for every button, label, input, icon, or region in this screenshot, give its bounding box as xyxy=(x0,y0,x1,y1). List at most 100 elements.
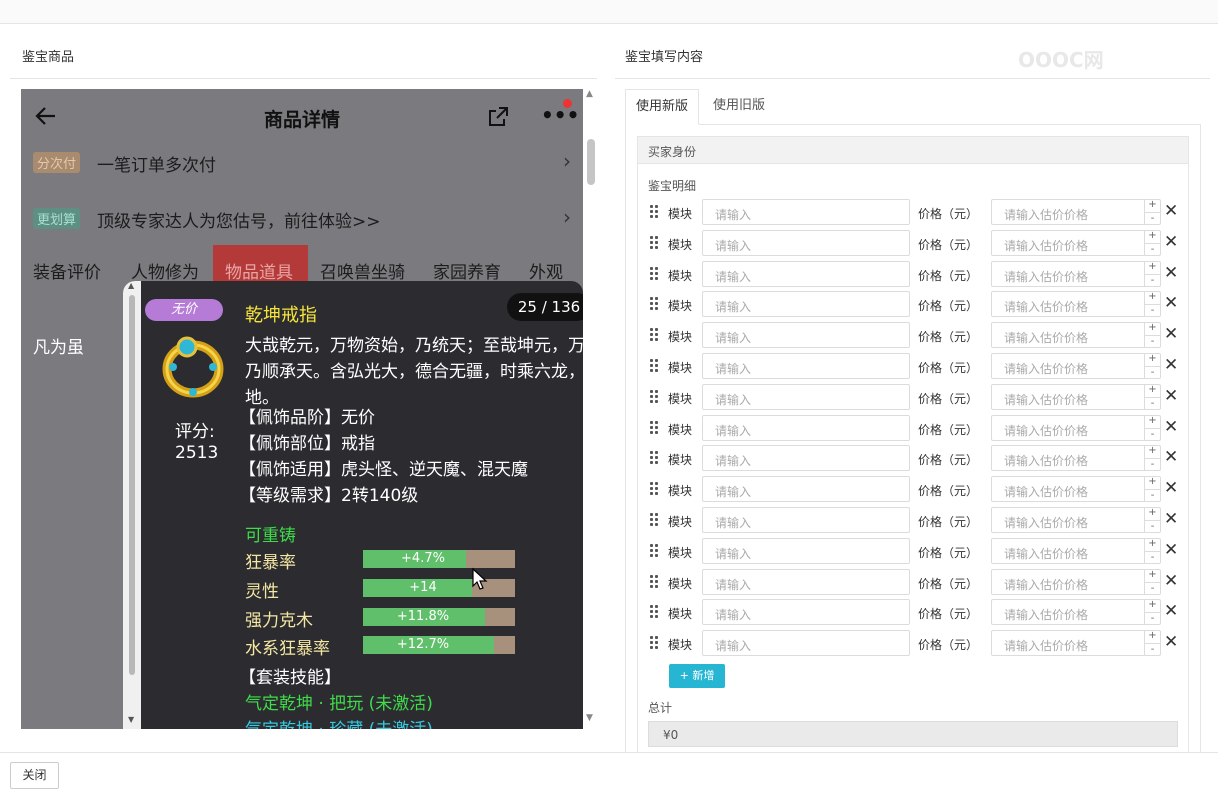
module-input[interactable]: 请输入 xyxy=(702,291,910,318)
remove-row-icon[interactable]: ✕ xyxy=(1164,293,1178,313)
decrement-icon[interactable]: - xyxy=(1145,366,1160,379)
price-input[interactable]: 请输入估价价格 xyxy=(991,568,1161,595)
remove-row-icon[interactable]: ✕ xyxy=(1164,263,1178,283)
price-stepper[interactable]: + - xyxy=(1144,414,1160,441)
decrement-icon[interactable]: - xyxy=(1145,212,1160,225)
price-input[interactable]: 请输入估价价格 xyxy=(991,199,1161,225)
tab-home[interactable]: 家园养育 xyxy=(433,245,501,285)
remove-row-icon[interactable]: ✕ xyxy=(1164,417,1178,437)
module-input[interactable]: 请输入 xyxy=(702,322,910,349)
drag-handle-icon[interactable] xyxy=(650,451,660,465)
remove-row-icon[interactable]: ✕ xyxy=(1164,232,1178,252)
module-input[interactable]: 请输入 xyxy=(702,476,910,503)
module-input[interactable]: 请输入 xyxy=(702,630,910,657)
module-input[interactable]: 请输入 xyxy=(702,507,910,533)
close-button[interactable]: 关闭 xyxy=(10,762,59,789)
tab-pets[interactable]: 召唤兽坐骑 xyxy=(320,245,405,285)
module-input[interactable]: 请输入 xyxy=(702,599,910,626)
scroll-up-icon[interactable]: ▲ xyxy=(128,281,134,290)
price-stepper[interactable]: + - xyxy=(1144,476,1160,503)
increment-icon[interactable]: + xyxy=(1145,630,1160,643)
drag-handle-icon[interactable] xyxy=(650,605,660,619)
decrement-icon[interactable]: - xyxy=(1145,458,1160,471)
remove-row-icon[interactable]: ✕ xyxy=(1164,632,1178,652)
price-stepper[interactable]: + - xyxy=(1144,353,1160,379)
remove-row-icon[interactable]: ✕ xyxy=(1164,601,1178,621)
tab-equipment[interactable]: 装备评价 xyxy=(33,245,101,285)
module-input[interactable]: 请输入 xyxy=(702,445,910,472)
remove-row-icon[interactable]: ✕ xyxy=(1164,201,1178,221)
increment-icon[interactable]: + xyxy=(1145,415,1160,428)
remove-row-icon[interactable]: ✕ xyxy=(1164,540,1178,560)
scroll-thumb[interactable] xyxy=(587,139,595,185)
price-input[interactable]: 请输入估价价格 xyxy=(991,322,1161,349)
share-icon[interactable] xyxy=(485,104,511,130)
module-input[interactable]: 请输入 xyxy=(702,260,910,287)
module-input[interactable]: 请输入 xyxy=(702,537,910,564)
price-stepper[interactable]: + - xyxy=(1144,568,1160,595)
price-stepper[interactable]: + - xyxy=(1144,291,1160,318)
scroll-down-icon[interactable]: ▼ xyxy=(586,713,593,723)
remove-row-icon[interactable]: ✕ xyxy=(1164,355,1178,375)
module-input[interactable]: 请输入 xyxy=(702,353,910,379)
promo-row-appraisal[interactable]: 更划算 顶级专家达人为您估号，前往体验>> › xyxy=(21,199,583,239)
decrement-icon[interactable]: - xyxy=(1145,273,1160,287)
price-stepper[interactable]: + - xyxy=(1144,199,1160,225)
increment-icon[interactable]: + xyxy=(1145,322,1160,335)
increment-icon[interactable]: + xyxy=(1145,261,1160,274)
increment-icon[interactable]: + xyxy=(1145,384,1160,397)
tab-new-version[interactable]: 使用新版 xyxy=(625,89,700,125)
remove-row-icon[interactable]: ✕ xyxy=(1164,478,1178,498)
module-input[interactable]: 请输入 xyxy=(702,568,910,595)
price-stepper[interactable]: + - xyxy=(1144,383,1160,410)
tab-old-version[interactable]: 使用旧版 xyxy=(703,89,775,125)
tab-character[interactable]: 人物修为 xyxy=(131,245,199,285)
price-input[interactable]: 请输入估价价格 xyxy=(991,291,1161,318)
drag-handle-icon[interactable] xyxy=(650,420,660,435)
increment-icon[interactable]: + xyxy=(1145,538,1160,551)
price-input[interactable]: 请输入估价价格 xyxy=(991,599,1161,626)
remove-row-icon[interactable]: ✕ xyxy=(1164,386,1178,406)
decrement-icon[interactable]: - xyxy=(1145,612,1160,625)
drag-handle-icon[interactable] xyxy=(650,482,660,496)
price-input[interactable]: 请输入估价价格 xyxy=(991,630,1161,657)
price-input[interactable]: 请输入估价价格 xyxy=(991,353,1161,379)
card-scrollbar[interactable]: ▲ ▼ xyxy=(123,281,141,729)
price-input[interactable]: 请输入估价价格 xyxy=(991,445,1161,472)
drag-handle-icon[interactable] xyxy=(650,297,660,311)
decrement-icon[interactable]: - xyxy=(1145,643,1160,656)
remove-row-icon[interactable]: ✕ xyxy=(1164,324,1178,344)
scroll-down-icon[interactable]: ▼ xyxy=(128,715,134,724)
drag-handle-icon[interactable] xyxy=(650,235,660,250)
price-stepper[interactable]: + - xyxy=(1144,229,1160,256)
price-input[interactable]: 请输入估价价格 xyxy=(991,414,1161,441)
add-row-button[interactable]: + 新增 xyxy=(669,664,725,688)
increment-icon[interactable]: + xyxy=(1145,199,1160,212)
decrement-icon[interactable]: - xyxy=(1145,242,1160,256)
increment-icon[interactable]: + xyxy=(1145,476,1160,489)
card-scroll-thumb[interactable] xyxy=(129,295,135,675)
decrement-icon[interactable]: - xyxy=(1145,396,1160,410)
price-input[interactable]: 请输入估价价格 xyxy=(991,229,1161,256)
drag-handle-icon[interactable] xyxy=(650,389,660,404)
price-stepper[interactable]: + - xyxy=(1144,445,1160,472)
drag-handle-icon[interactable] xyxy=(650,359,660,373)
drag-handle-icon[interactable] xyxy=(650,513,660,527)
decrement-icon[interactable]: - xyxy=(1145,335,1160,348)
remove-row-icon[interactable]: ✕ xyxy=(1164,571,1178,591)
drag-handle-icon[interactable] xyxy=(650,205,660,219)
module-input[interactable]: 请输入 xyxy=(702,229,910,256)
remove-row-icon[interactable]: ✕ xyxy=(1164,447,1178,467)
price-stepper[interactable]: + - xyxy=(1144,599,1160,626)
price-input[interactable]: 请输入估价价格 xyxy=(991,537,1161,564)
module-input[interactable]: 请输入 xyxy=(702,414,910,441)
price-stepper[interactable]: + - xyxy=(1144,630,1160,657)
promo-row-installment[interactable]: 分次付 一笔订单多次付 › xyxy=(21,143,583,183)
decrement-icon[interactable]: - xyxy=(1145,304,1160,317)
price-input[interactable]: 请输入估价价格 xyxy=(991,383,1161,410)
remove-row-icon[interactable]: ✕ xyxy=(1164,509,1178,529)
left-scrollbar[interactable]: ▲ ▼ xyxy=(585,89,597,729)
drag-handle-icon[interactable] xyxy=(650,636,660,650)
tab-items[interactable]: 物品道具 xyxy=(213,245,308,285)
module-input[interactable]: 请输入 xyxy=(702,383,910,410)
